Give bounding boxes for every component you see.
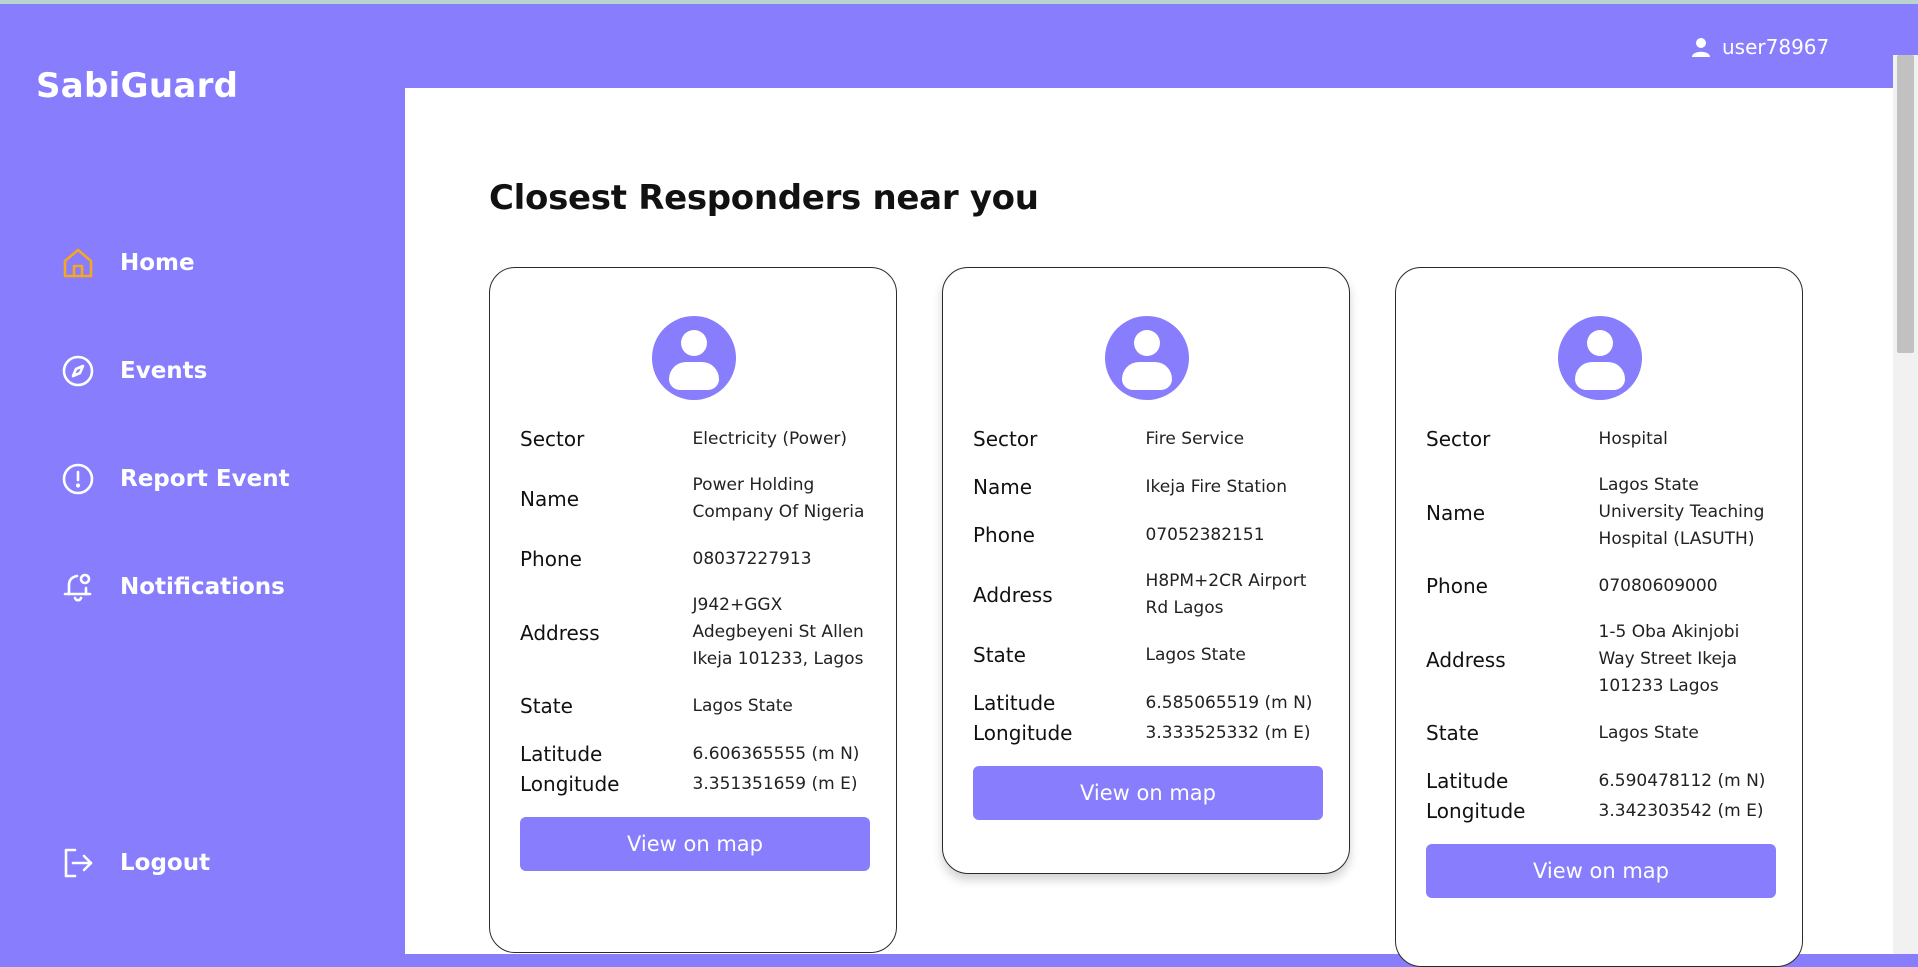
name-value: Lagos State University Teaching Hospital…	[1598, 475, 1765, 549]
nav-item-report-event[interactable]: Report Event	[60, 459, 290, 499]
longitude-label: Longitude	[973, 721, 1073, 745]
bell-icon	[60, 569, 96, 605]
page-title: Closest Responders near you	[489, 178, 1039, 218]
nav-label-report-event: Report Event	[120, 466, 290, 492]
name-value: Ikeja Fire Station	[1145, 476, 1287, 497]
sector-value: Electricity (Power)	[692, 428, 848, 449]
phone-value: 07052382151	[1145, 524, 1265, 545]
address-value: J942+GGX Adegbeyeni St Allen Ikeja 10123…	[692, 595, 864, 669]
sector-label: Sector	[973, 427, 1038, 451]
responder-card: Sector Hospital Name Lagos State Universit…	[1395, 267, 1803, 967]
address-label: Address	[973, 583, 1053, 607]
avatar-icon	[652, 316, 736, 400]
state-value: Lagos State	[1145, 644, 1246, 665]
phone-label: Phone	[1426, 574, 1488, 598]
phone-label: Phone	[520, 547, 582, 571]
view-on-map-button[interactable]: View on map	[520, 817, 870, 871]
nav-label-events: Events	[120, 358, 208, 384]
home-icon	[60, 245, 96, 281]
latitude-value: 6.585065519 (m N)	[1145, 693, 1313, 713]
sector-label: Sector	[1426, 427, 1491, 451]
nav-item-notifications[interactable]: Notifications	[60, 567, 285, 607]
state-label: State	[973, 643, 1026, 667]
address-label: Address	[520, 620, 600, 645]
responder-card: Sector Fire Service Name Ikeja Fire Statio…	[942, 267, 1350, 874]
address-value: 1-5 Oba Akinjobi Way Street Ikeja 101233…	[1598, 622, 1740, 696]
latitude-label: Latitude	[973, 691, 1056, 715]
state-label: State	[1426, 721, 1479, 745]
main-content: Closest Responders near you Sector Electr…	[405, 88, 1893, 967]
longitude-value: 3.333525332 (m E)	[1145, 723, 1311, 743]
nav-item-logout[interactable]: Logout	[60, 843, 210, 883]
nav-item-events[interactable]: Events	[60, 351, 207, 391]
name-label: Name	[520, 487, 580, 511]
longitude-label: Longitude	[1426, 799, 1526, 823]
latitude-value: 6.590478112 (m N)	[1598, 771, 1766, 791]
longitude-value: 3.351351659 (m E)	[692, 774, 858, 794]
view-on-map-button[interactable]: View on map	[973, 766, 1323, 820]
state-value: Lagos State	[692, 695, 793, 716]
address-value: H8PM+2CR Airport Rd Lagos	[1145, 571, 1307, 618]
compass-icon	[60, 353, 96, 389]
username: user78967	[1722, 35, 1830, 59]
user-icon	[1690, 36, 1712, 58]
latitude-label: Latitude	[1426, 769, 1509, 793]
longitude-label: Longitude	[520, 772, 620, 796]
sector-value: Fire Service	[1145, 428, 1245, 449]
phone-value: 08037227913	[692, 548, 812, 569]
responder-card: Sector Electricity (Power) Name Power Hold…	[489, 267, 897, 953]
state-label: State	[520, 694, 573, 718]
state-value: Lagos State	[1598, 722, 1699, 743]
nav-label-notifications: Notifications	[120, 574, 285, 600]
address-label: Address	[1426, 647, 1506, 672]
name-label: Name	[1426, 500, 1486, 525]
view-on-map-button[interactable]: View on map	[1426, 844, 1776, 898]
avatar-icon	[1558, 316, 1642, 400]
nav-label-logout: Logout	[120, 850, 211, 876]
page-scrollbar[interactable]	[1893, 55, 1918, 954]
latitude-value: 6.606365555 (m N)	[692, 744, 860, 764]
phone-value: 07080609000	[1598, 575, 1718, 596]
name-value: Power Holding Company Of Nigeria	[692, 475, 865, 522]
avatar-icon	[1105, 316, 1189, 400]
user-menu[interactable]: user78967	[1690, 30, 1829, 64]
scrollbar-thumb[interactable]	[1897, 55, 1914, 353]
logout-icon	[60, 845, 96, 881]
browser-top-edge	[0, 0, 1918, 4]
app-logo: SabiGuard	[36, 66, 239, 106]
nav-label-home: Home	[120, 250, 195, 276]
name-label: Name	[973, 475, 1033, 499]
alert-circle-icon	[60, 461, 96, 497]
phone-label: Phone	[973, 523, 1035, 547]
longitude-value: 3.342303542 (m E)	[1598, 801, 1764, 821]
sector-value: Hospital	[1598, 428, 1668, 449]
sector-label: Sector	[520, 427, 585, 451]
latitude-label: Latitude	[520, 742, 603, 766]
nav-item-home[interactable]: Home	[60, 243, 195, 283]
